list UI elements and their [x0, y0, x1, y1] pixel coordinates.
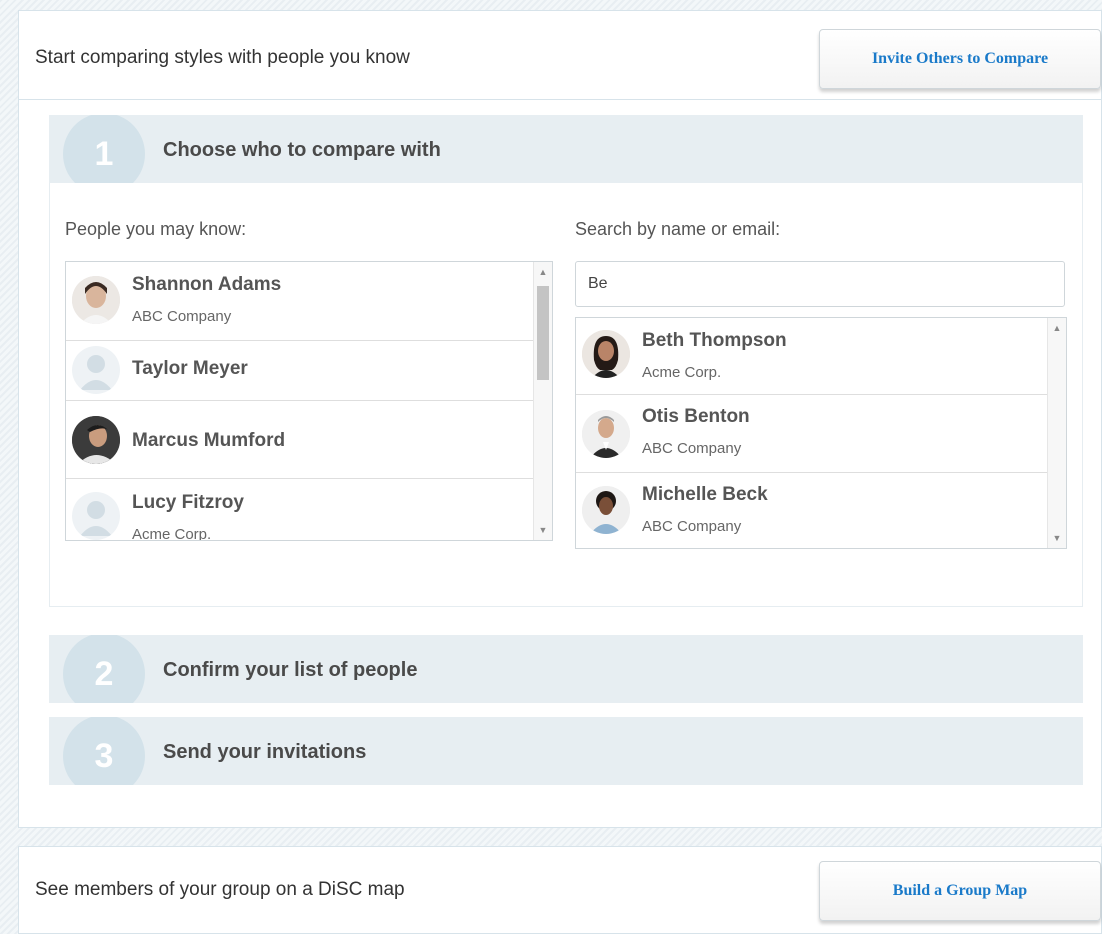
search-results-list[interactable]: Beth Thompson Acme Corp. Otis Benton ABC…: [575, 317, 1067, 549]
step-3-header[interactable]: 3 Send your invitations: [49, 717, 1083, 785]
step-2-header[interactable]: 2 Confirm your list of people: [49, 635, 1083, 703]
shannon-avatar: [72, 276, 120, 324]
scroll-down-icon[interactable]: ▼: [534, 522, 552, 538]
compare-panel-title: Start comparing styles with people you k…: [35, 47, 410, 68]
beth-avatar: [582, 330, 630, 378]
search-input[interactable]: [575, 261, 1065, 307]
compare-panel: Start comparing styles with people you k…: [18, 10, 1102, 828]
step-1-header[interactable]: 1 Choose who to compare with: [49, 115, 1083, 183]
search-label: Search by name or email:: [575, 219, 781, 239]
results-list-scrollbar[interactable]: ▲ ▼: [1047, 318, 1066, 548]
result-company: ABC Company: [642, 440, 742, 457]
group-map-title: See members of your group on a DiSC map: [35, 879, 405, 900]
person-name: Marcus Mumford: [132, 430, 286, 451]
result-name: Otis Benton: [642, 406, 750, 427]
people-list-scrollbar[interactable]: ▲ ▼: [533, 262, 552, 540]
person-row[interactable]: Marcus Mumford: [66, 400, 534, 479]
result-company: Acme Corp.: [642, 364, 722, 381]
marcus-avatar: [72, 416, 120, 464]
person-name: Lucy Fitzroy: [132, 492, 244, 513]
scroll-up-icon[interactable]: ▲: [1048, 320, 1066, 336]
step-3-number: 3: [63, 717, 145, 785]
result-name: Michelle Beck: [642, 484, 768, 505]
step-3-label: Send your invitations: [163, 741, 367, 763]
scroll-up-icon[interactable]: ▲: [534, 264, 552, 280]
default-avatar-icon: [72, 346, 120, 394]
build-group-map-button[interactable]: Build a Group Map: [819, 861, 1101, 921]
person-row[interactable]: Taylor Meyer: [66, 340, 534, 401]
person-company: Acme Corp.: [132, 526, 212, 541]
person-row[interactable]: Lucy Fitzroy Acme Corp.: [66, 478, 534, 541]
invite-others-button[interactable]: Invite Others to Compare: [819, 29, 1101, 89]
step-2-label: Confirm your list of people: [163, 659, 418, 681]
step-1-label: Choose who to compare with: [163, 139, 441, 161]
result-row[interactable]: Beth Thompson Acme Corp.: [576, 318, 1048, 395]
compare-panel-header: Start comparing styles with people you k…: [19, 11, 1101, 100]
people-you-may-know-label: People you may know:: [65, 219, 247, 239]
person-name: Shannon Adams: [132, 274, 282, 295]
person-row[interactable]: Shannon Adams ABC Company: [66, 262, 534, 341]
otis-avatar: [582, 410, 630, 458]
step-2-number: 2: [63, 635, 145, 703]
default-avatar-icon: [72, 492, 120, 540]
person-company: ABC Company: [132, 308, 232, 325]
group-map-panel: See members of your group on a DiSC map …: [18, 846, 1102, 934]
result-row[interactable]: Otis Benton ABC Company: [576, 394, 1048, 473]
step-1-number: 1: [63, 115, 145, 183]
result-row[interactable]: Michelle Beck ABC Company: [576, 472, 1048, 548]
result-company: ABC Company: [642, 518, 742, 535]
michelle-avatar: [582, 486, 630, 534]
person-name: Taylor Meyer: [132, 358, 248, 379]
result-name: Beth Thompson: [642, 330, 787, 351]
people-list[interactable]: Shannon Adams ABC Company Taylor Meyer M…: [65, 261, 553, 541]
scroll-thumb[interactable]: [537, 286, 549, 380]
scroll-down-icon[interactable]: ▼: [1048, 530, 1066, 546]
